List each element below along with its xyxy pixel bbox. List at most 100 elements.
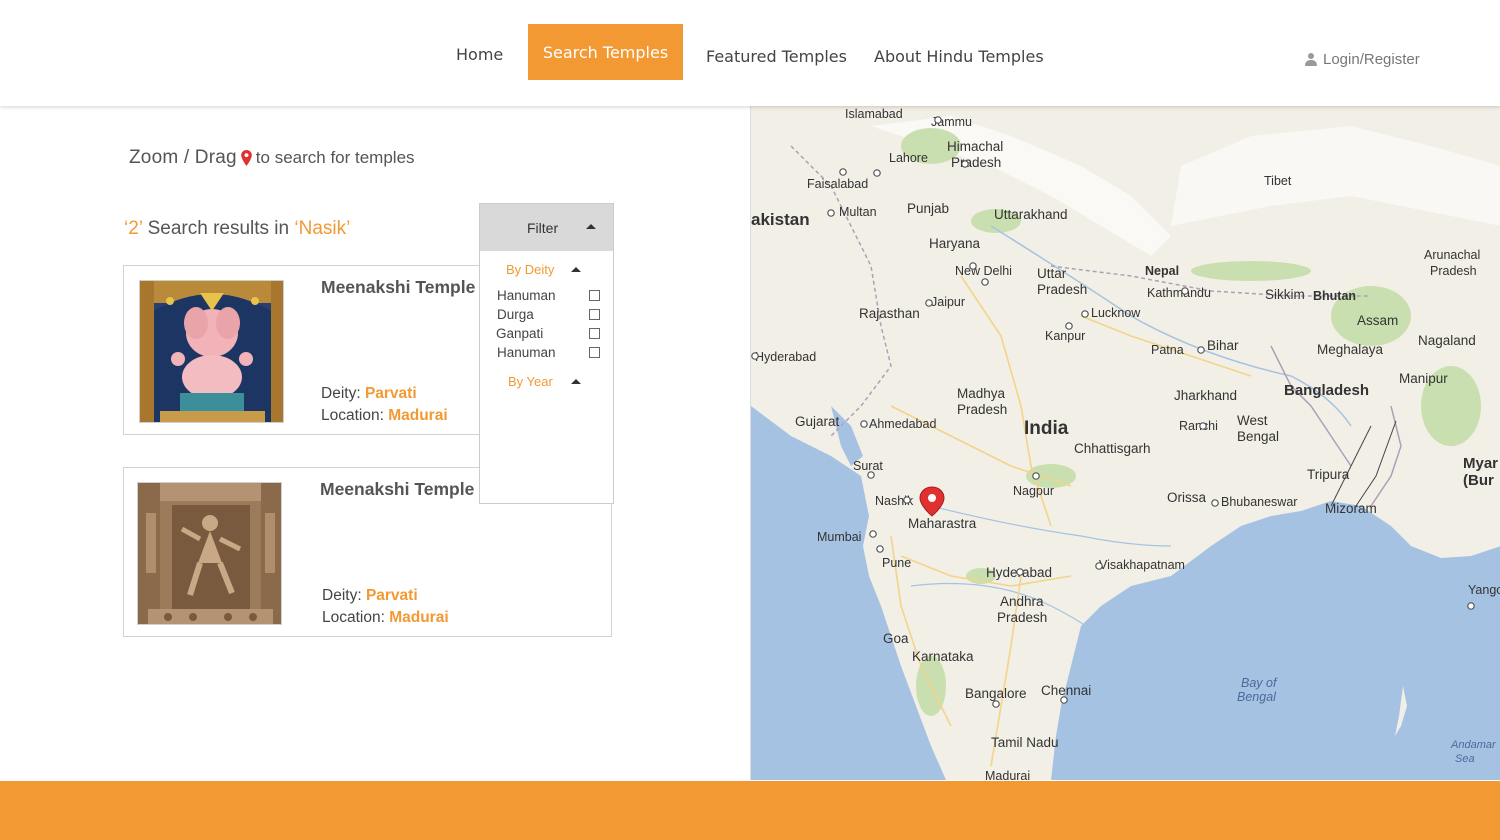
filter-panel: Filter By Deity Hanuman Durga Ganpati Ha… [479, 203, 614, 504]
filter-option-label: Durga [497, 307, 534, 322]
map-label: Maharastra [908, 516, 977, 531]
location-label: Location: [321, 407, 389, 424]
map-label: Pune [882, 556, 911, 570]
filter-checkbox[interactable] [589, 328, 600, 339]
map-label: Mizoram [1325, 501, 1377, 516]
filter-title: Filter [527, 219, 559, 236]
temple-title[interactable]: Meenakshi Temple [321, 277, 475, 298]
map-label: Myar [1463, 455, 1498, 472]
map-label: Sikkim [1265, 287, 1305, 302]
filter-checkbox[interactable] [589, 347, 600, 358]
filter-option: Hanuman [497, 288, 600, 303]
map-label: Bengal [1237, 429, 1279, 444]
map-label: Jaipur [931, 295, 965, 309]
nav-about-hindu-temples[interactable]: About Hindu Temples [874, 47, 1044, 66]
map-label: Islamabad [845, 107, 903, 121]
filter-by-deity[interactable]: By Deity [506, 262, 581, 277]
map-label: Nagaland [1418, 333, 1476, 348]
results-title: ‘2’ Search results in ‘Nasik’ [124, 218, 350, 240]
map-label: Assam [1357, 313, 1398, 328]
search-hint-text: to search for temples [255, 148, 415, 167]
map-label: Rajasthan [859, 306, 920, 321]
map-label: Andamar [1450, 739, 1497, 751]
map-label: Pradesh [1037, 282, 1087, 297]
map-label: Andhra [1000, 594, 1044, 609]
deity-value: Parvati [364, 385, 417, 402]
temple-thumbnail[interactable] [139, 280, 284, 423]
map-label: New Delhi [955, 264, 1012, 278]
filter-option-label: Hanuman [497, 345, 556, 360]
filter-by-year[interactable]: By Year [508, 374, 581, 389]
footer-bar [0, 781, 1500, 840]
map-label: Visakhapatnam [1099, 558, 1185, 572]
map-label: Manipur [1399, 371, 1448, 386]
map-label: Bangladesh [1284, 382, 1369, 399]
map-label: Ahmedabad [869, 417, 936, 431]
temple-thumbnail[interactable] [137, 482, 282, 625]
location-value: Madurai [388, 407, 448, 424]
nav-home[interactable]: Home [456, 45, 503, 64]
map-label: Goa [883, 631, 909, 646]
map-label: Tibet [1264, 174, 1292, 188]
user-icon [1305, 53, 1317, 66]
map-label: Bay of [1241, 676, 1278, 690]
map-label: Bhutan [1313, 289, 1356, 303]
map-label: Madurai [985, 769, 1030, 780]
map-label: Himachal [947, 139, 1003, 154]
filter-option: Durga [497, 307, 600, 322]
map-label: Karnataka [912, 649, 974, 664]
map-label: Tamil Nadu [991, 735, 1059, 750]
filter-checkbox[interactable] [589, 290, 600, 301]
stone-carving-image [138, 483, 281, 624]
filter-header[interactable]: Filter [480, 204, 613, 251]
login-register-link[interactable]: Login/Register [1305, 51, 1420, 68]
map-label: (Bur [1463, 472, 1494, 489]
map-label: Bangalore [965, 686, 1027, 701]
nav-search-temples[interactable]: Search Temples [528, 24, 683, 80]
map-label: akistan [751, 210, 810, 229]
map-label: Jharkhand [1174, 388, 1237, 403]
map-label: Lahore [889, 151, 928, 165]
map-label: Bengal [1237, 690, 1277, 704]
results-middle-text: Search results in [142, 218, 295, 239]
filter-checkbox[interactable] [589, 309, 600, 320]
deity-label: Deity: [322, 587, 366, 604]
map-label: Haryana [929, 236, 981, 251]
map-label: Orissa [1167, 490, 1206, 505]
map-canvas[interactable]: Islamabad Jammu Himachal Pradesh Lahore … [751, 106, 1500, 780]
temple-location: Location: Madurai [322, 609, 449, 627]
header: Home Search Temples Featured Temples Abo… [0, 0, 1500, 106]
map-label: Faisalabad [807, 177, 868, 191]
zoom-drag-text: Zoom / Drag [129, 147, 237, 168]
map-label: Sea [1455, 753, 1475, 765]
map-label: Chennai [1041, 683, 1091, 698]
map-label: Yango [1468, 583, 1500, 597]
temple-title[interactable]: Meenakshi Temple [320, 479, 474, 500]
map-label: Ranchi [1179, 419, 1218, 433]
results-city: ‘Nasik’ [294, 218, 351, 239]
temple-deity: Deity: Parvati [322, 587, 418, 605]
filter-option-label: Hanuman [497, 288, 556, 303]
filter-option-label: Ganpati [496, 326, 544, 341]
location-label: Location: [322, 609, 390, 626]
results-count: ‘2’ [124, 218, 143, 239]
zoom-drag-hint: Zoom / Drag to search for temples [129, 147, 415, 169]
collapse-arrow-icon[interactable] [586, 224, 596, 229]
deity-label: Deity: [321, 385, 365, 402]
map-label: Lucknow [1091, 306, 1141, 320]
login-register-label: Login/Register [1323, 51, 1420, 68]
deity-value: Parvati [365, 587, 418, 604]
map-label: Arunachal [1424, 248, 1480, 262]
map-label: India [1024, 418, 1069, 439]
nav-featured-temples[interactable]: Featured Temples [706, 47, 847, 66]
collapse-arrow-icon[interactable] [571, 379, 581, 384]
map-label: Pradesh [957, 402, 1007, 417]
map-label: Nagpur [1013, 484, 1054, 498]
collapse-arrow-icon[interactable] [571, 267, 581, 272]
map-label: Chhattisgarh [1074, 441, 1151, 456]
map-label: Tripura [1307, 467, 1350, 482]
map-view[interactable]: Islamabad Jammu Himachal Pradesh Lahore … [750, 106, 1500, 780]
map-label: Kanpur [1045, 329, 1085, 343]
map-label: Pradesh [951, 155, 1001, 170]
map-label: Nepal [1145, 264, 1179, 278]
